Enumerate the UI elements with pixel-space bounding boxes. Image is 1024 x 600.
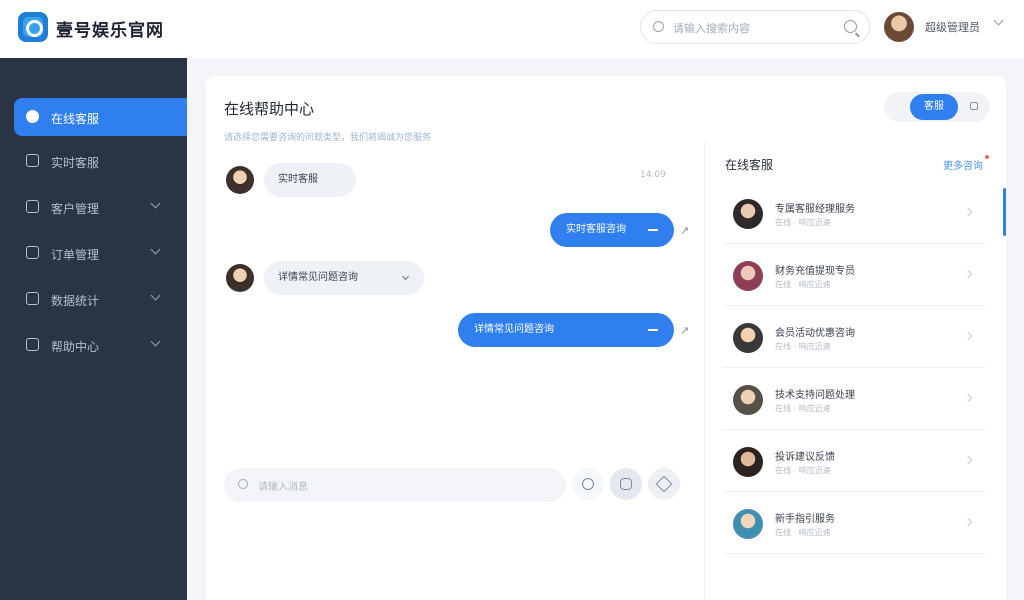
agent-meta: 在线 · 响应迅速	[775, 466, 831, 475]
help-center-panel: 在线帮助中心 请选择您需要咨询的问题类型，我们将竭诚为您服务 客服 实时客服 1…	[206, 76, 1006, 600]
chevron-down-icon[interactable]	[401, 272, 410, 281]
agent-name: 专属客服经理服务	[775, 204, 855, 215]
sidebar-item-label: 帮助中心	[51, 340, 100, 354]
message-input-placeholder: 请输入消息	[258, 482, 308, 493]
chevron-right-icon	[963, 393, 973, 403]
agent-name: 投诉建议反馈	[775, 452, 835, 463]
agent-list-item[interactable]: 投诉建议反馈 在线 · 响应迅速	[723, 430, 985, 492]
agent-avatar	[733, 385, 763, 415]
send-button[interactable]	[648, 468, 680, 500]
attach-icon	[620, 478, 632, 490]
agent-avatar	[733, 509, 763, 539]
send-icon	[655, 475, 673, 493]
agent-name: 新手指引服务	[775, 514, 835, 525]
agent-meta: 在线 · 响应迅速	[775, 342, 831, 351]
agent-name: 会员活动优惠咨询	[775, 328, 855, 339]
user-avatar[interactable]	[884, 12, 914, 42]
emoji-icon	[582, 478, 594, 490]
chevron-down-icon	[150, 290, 161, 301]
help-icon	[26, 338, 39, 351]
agent-meta: 在线 · 响应迅速	[775, 280, 831, 289]
user-icon	[26, 200, 39, 213]
emoji-button[interactable]	[572, 468, 604, 500]
chevron-down-icon	[150, 244, 161, 255]
agent-name: 财务充值提现专员	[775, 266, 855, 277]
search-icon	[238, 479, 248, 489]
search-submit-icon[interactable]	[844, 20, 857, 33]
more-link[interactable]: 更多咨询	[943, 157, 983, 172]
agent-list-item[interactable]: 专属客服经理服务 在线 · 响应迅速	[723, 182, 985, 244]
agent-avatar	[226, 166, 254, 194]
agent-list-item[interactable]: 新手指引服务 在线 · 响应迅速	[723, 492, 985, 554]
chart-icon	[26, 292, 39, 305]
sidebar-item-customers[interactable]: 客户管理	[14, 188, 187, 226]
read-tick-icon: ↗	[680, 224, 690, 237]
user-name[interactable]: 超级管理员	[925, 19, 980, 35]
message-text: 详情常见问题咨询	[474, 324, 554, 335]
message-bubble-left[interactable]: 实时客服	[264, 163, 356, 197]
search-input[interactable]: 请输入搜索内容	[640, 10, 870, 44]
agent-avatar	[733, 323, 763, 353]
message-text: 实时客服咨询	[566, 224, 626, 235]
agent-list-item[interactable]: 会员活动优惠咨询 在线 · 响应迅速	[723, 306, 985, 368]
message-text: 详情常见问题咨询	[278, 272, 358, 283]
agent-meta: 在线 · 响应迅速	[775, 218, 831, 227]
search-icon	[653, 21, 664, 32]
sidebar-item-label: 数据统计	[51, 294, 100, 308]
sidebar-item-label: 订单管理	[51, 248, 100, 262]
page-title: 在线帮助中心	[224, 100, 315, 118]
chat-icon	[26, 110, 39, 123]
expand-icon[interactable]	[970, 102, 978, 110]
sidebar-item-online-service[interactable]: 在线客服	[14, 98, 187, 136]
menu-dash-icon	[648, 229, 658, 231]
message-bubble-right[interactable]: 实时客服咨询	[550, 213, 674, 247]
agent-list-item[interactable]: 技术支持问题处理 在线 · 响应迅速	[723, 368, 985, 430]
order-icon	[26, 246, 39, 259]
chevron-right-icon	[963, 269, 973, 279]
chevron-down-icon	[150, 198, 161, 209]
agent-meta: 在线 · 响应迅速	[775, 528, 831, 537]
sidebar-item-help[interactable]: 帮助中心	[14, 326, 187, 364]
scrollbar[interactable]	[1003, 188, 1006, 236]
message-bubble-right[interactable]: 详情常见问题咨询	[458, 313, 674, 347]
agent-avatar	[733, 199, 763, 229]
attach-button[interactable]	[610, 468, 642, 500]
view-toggle: 客服	[884, 92, 990, 122]
menu-dash-icon	[648, 329, 658, 331]
agent-list-panel: 在线客服 更多咨询 专属客服经理服务 在线 · 响应迅速 财务充值提现专员 在线…	[704, 136, 1006, 600]
chevron-right-icon	[963, 517, 973, 527]
sidebar-item-statistics[interactable]: 数据统计	[14, 280, 187, 318]
sidebar-item-label: 客户管理	[51, 202, 100, 216]
search-placeholder: 请输入搜索内容	[673, 22, 750, 35]
chevron-right-icon	[963, 207, 973, 217]
agent-name: 技术支持问题处理	[775, 390, 855, 401]
sidebar-item-orders[interactable]: 订单管理	[14, 234, 187, 272]
read-tick-icon: ↗	[680, 324, 690, 337]
top-bar: 壹号娱乐官网 请输入搜索内容 超级管理员	[0, 0, 1024, 58]
notification-dot	[985, 155, 989, 159]
sidebar-item-label: 在线客服	[51, 112, 100, 126]
chevron-down-icon	[150, 336, 161, 347]
sidebar-item-label: 实时客服	[51, 156, 100, 170]
message-input[interactable]: 请输入消息	[224, 468, 566, 502]
page-subtitle: 请选择您需要咨询的问题类型，我们将竭诚为您服务	[224, 133, 432, 143]
agent-list-item[interactable]: 财务充值提现专员 在线 · 响应迅速	[723, 244, 985, 306]
chevron-right-icon	[963, 331, 973, 341]
brand-logo-icon[interactable]	[18, 12, 48, 42]
sidebar: 在线客服 实时客服 客户管理 订单管理 数据统计 帮助中心	[0, 58, 187, 600]
message-timestamp: 14:09	[640, 170, 666, 180]
agent-avatar	[733, 447, 763, 477]
agent-meta: 在线 · 响应迅速	[775, 404, 831, 413]
agent-avatar	[226, 264, 254, 292]
sidebar-item-realtime-service[interactable]: 实时客服	[14, 142, 187, 180]
service-toggle-button[interactable]: 客服	[910, 94, 958, 120]
agent-list-title: 在线客服	[725, 158, 774, 172]
brand-name[interactable]: 壹号娱乐官网	[56, 16, 164, 41]
home-icon	[26, 154, 39, 167]
chevron-right-icon	[963, 455, 973, 465]
agent-avatar	[733, 261, 763, 291]
message-bubble-left[interactable]: 详情常见问题咨询	[264, 261, 424, 295]
chevron-down-icon[interactable]	[993, 15, 1004, 26]
